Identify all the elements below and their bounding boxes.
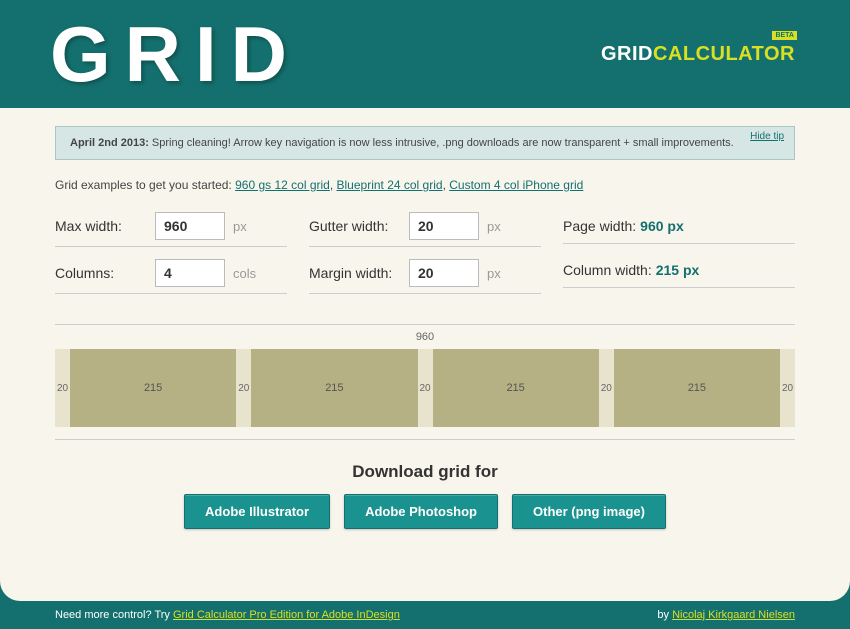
tip-text: Spring cleaning! Arrow key navigation is…: [149, 137, 734, 149]
max-width-unit: px: [233, 219, 247, 234]
tip-date: April 2nd 2013:: [70, 137, 149, 149]
download-buttons: Adobe Illustrator Adobe Photoshop Other …: [55, 494, 795, 529]
footer-pro-link[interactable]: Grid Calculator Pro Edition for Adobe In…: [173, 609, 400, 621]
controls-col-2: Gutter width: px Margin width: px: [309, 212, 541, 294]
preview-grid: 20 215 20 215 20 215 20 215 20: [55, 349, 795, 427]
preview-column: 215: [70, 349, 236, 427]
download-section: Download grid for Adobe Illustrator Adob…: [55, 462, 795, 529]
hide-tip-link[interactable]: Hide tip: [750, 131, 784, 142]
columns-row: Columns: cols: [55, 259, 287, 294]
controls: Max width: px Columns: cols Gutter width…: [55, 212, 795, 294]
max-width-label: Max width:: [55, 218, 147, 234]
footer-author-link[interactable]: Nicolaj Kirkgaard Nielsen: [672, 609, 795, 621]
preview-total-label: 960: [55, 331, 795, 343]
download-title: Download grid for: [55, 462, 795, 482]
brand-grid: GRID: [601, 43, 653, 65]
column-width-label: Column width:: [563, 262, 652, 278]
preview-gutter: 20: [599, 349, 614, 427]
preview-column: 215: [251, 349, 417, 427]
page-width-label: Page width:: [563, 218, 636, 234]
columns-label: Columns:: [55, 265, 147, 281]
preview-column: 215: [614, 349, 780, 427]
column-width-value: 215 px: [656, 262, 700, 278]
footer-left: Need more control? Try Grid Calculator P…: [55, 609, 400, 621]
preview-column: 215: [433, 349, 599, 427]
footer-right-lead: by: [657, 609, 672, 621]
gutter-input[interactable]: [409, 212, 479, 240]
header: GRID BETA GRIDCALCULATOR: [0, 0, 850, 108]
content: Hide tip April 2nd 2013: Spring cleaning…: [0, 108, 850, 529]
download-photoshop-button[interactable]: Adobe Photoshop: [344, 494, 498, 529]
download-illustrator-button[interactable]: Adobe Illustrator: [184, 494, 330, 529]
tip-box: Hide tip April 2nd 2013: Spring cleaning…: [55, 126, 795, 160]
example-link-960gs[interactable]: 960 gs 12 col grid: [235, 178, 330, 192]
brand: BETA GRIDCALCULATOR: [601, 43, 795, 66]
page-width-value: 960 px: [640, 218, 684, 234]
results-col: Page width: 960 px Column width: 215 px: [563, 212, 795, 294]
footer-right: by Nicolaj Kirkgaard Nielsen: [657, 609, 795, 621]
page-width-result: Page width: 960 px: [563, 212, 795, 244]
download-png-button[interactable]: Other (png image): [512, 494, 666, 529]
logo: GRID: [50, 15, 301, 93]
preview-gutter: 20: [236, 349, 251, 427]
margin-row: Margin width: px: [309, 259, 541, 294]
max-width-row: Max width: px: [55, 212, 287, 247]
margin-unit: px: [487, 266, 501, 281]
examples-line: Grid examples to get you started: 960 gs…: [55, 178, 795, 192]
gutter-row: Gutter width: px: [309, 212, 541, 247]
margin-input[interactable]: [409, 259, 479, 287]
footer-curve: [0, 581, 850, 601]
preview-margin-right: 20: [780, 349, 795, 427]
margin-label: Margin width:: [309, 265, 401, 281]
examples-lead: Grid examples to get you started:: [55, 178, 235, 192]
column-width-result: Column width: 215 px: [563, 256, 795, 288]
example-link-blueprint[interactable]: Blueprint 24 col grid: [337, 178, 443, 192]
brand-calculator: CALCULATOR: [653, 43, 795, 65]
grid-preview: 960 20 215 20 215 20 215 20 215 20: [55, 324, 795, 440]
preview-margin-left: 20: [55, 349, 70, 427]
example-link-iphone[interactable]: Custom 4 col iPhone grid: [449, 178, 583, 192]
preview-gutter: 20: [418, 349, 433, 427]
columns-unit: cols: [233, 266, 256, 281]
footer: Need more control? Try Grid Calculator P…: [0, 601, 850, 629]
controls-col-1: Max width: px Columns: cols: [55, 212, 287, 294]
gutter-label: Gutter width:: [309, 218, 401, 234]
max-width-input[interactable]: [155, 212, 225, 240]
gutter-unit: px: [487, 219, 501, 234]
columns-input[interactable]: [155, 259, 225, 287]
beta-badge: BETA: [772, 31, 797, 40]
footer-left-lead: Need more control? Try: [55, 609, 173, 621]
